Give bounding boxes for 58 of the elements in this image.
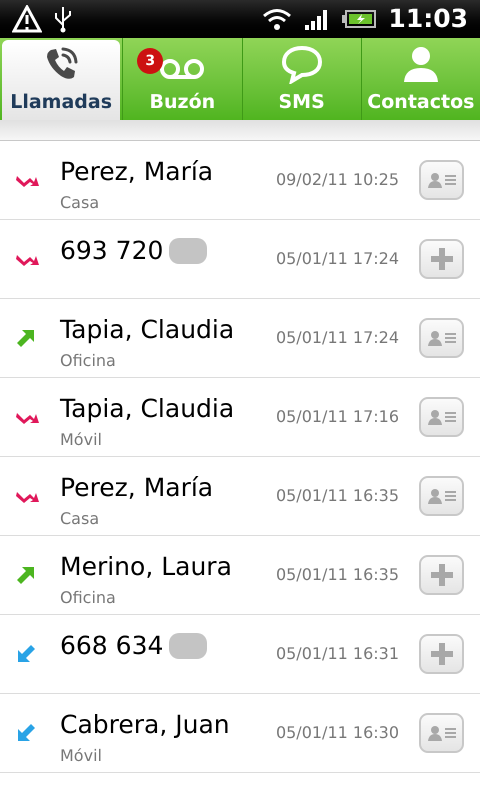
caller-name: Cabrera, Juan [60, 709, 230, 741]
call-log-row[interactable]: Tapia, Claudia Móvil 05/01/11 17:16 [0, 378, 480, 457]
caller-name: Tapia, Claudia [60, 393, 234, 425]
speech-bubble-icon [280, 44, 324, 84]
call-time: 05/01/11 16:35 [276, 485, 399, 507]
tab[interactable]: Llamadas [2, 40, 120, 120]
contact-card-button[interactable] [419, 713, 464, 753]
incoming-call-icon [16, 644, 36, 664]
contact-card-button[interactable] [419, 318, 464, 358]
badge: 3 [137, 48, 164, 74]
call-time: 05/01/11 17:24 [276, 327, 399, 349]
contact-card-icon [428, 409, 456, 425]
contact-card-button[interactable] [419, 476, 464, 516]
usb-icon [54, 5, 72, 33]
plus-icon [430, 248, 452, 270]
contact-card-button[interactable] [419, 160, 464, 200]
caller-name: Perez, María [60, 156, 214, 188]
call-log-row[interactable]: Cabrera, Juan Móvil 05/01/11 16:30 [0, 694, 480, 773]
call-log-row[interactable]: Tapia, Claudia Oficina 05/01/11 17:24 [0, 299, 480, 378]
add-contact-button[interactable] [419, 634, 464, 674]
phone-type-label: Oficina [60, 350, 117, 372]
contact-card-icon [428, 488, 456, 504]
phone-type-label: Móvil [60, 744, 103, 766]
contact-card-button[interactable] [419, 397, 464, 437]
caller-name: Merino, Laura [60, 551, 232, 583]
phone-type-label: Casa [60, 192, 100, 214]
contact-card-icon [428, 172, 456, 188]
call-time: 05/01/11 16:35 [276, 564, 399, 586]
add-contact-button[interactable] [419, 239, 464, 279]
call-time: 05/01/11 16:30 [276, 722, 399, 744]
caller-name: Perez, María [60, 472, 214, 504]
battery-charging-icon [342, 9, 376, 29]
wifi-icon [262, 7, 292, 31]
call-time: 09/02/11 10:25 [276, 169, 399, 191]
outgoing-call-icon [16, 328, 36, 348]
plus-icon [430, 643, 452, 665]
call-log-row[interactable]: Perez, María Casa 09/02/11 10:25 [0, 141, 480, 220]
call-time: 05/01/11 17:16 [276, 406, 399, 428]
caller-name: 668 634 [60, 630, 164, 662]
clock: 11:03 [388, 3, 468, 36]
call-log-row[interactable]: Perez, María Casa 05/01/11 16:35 [0, 457, 480, 536]
caller-name: 693 720 [60, 235, 164, 267]
phone-type-label: Oficina [60, 586, 117, 608]
call-time: 05/01/11 16:31 [276, 643, 399, 665]
call-time: 05/01/11 17:24 [276, 248, 399, 270]
add-contact-button[interactable] [419, 555, 464, 595]
plus-icon [430, 564, 452, 586]
caller-name: Tapia, Claudia [60, 314, 234, 346]
contact-card-icon [428, 725, 456, 741]
call-log-row[interactable]: 693 720 05/01/11 17:24 [0, 220, 480, 299]
phone-type-label: Móvil [60, 428, 103, 450]
warning-icon [12, 5, 42, 33]
call-log-row[interactable]: 668 634 05/01/11 16:31 [0, 615, 480, 694]
contact-card-icon [428, 330, 456, 346]
incoming-call-icon [16, 723, 36, 743]
phone-type-label: Casa [60, 508, 100, 530]
outgoing-call-icon [16, 565, 36, 585]
call-log-row[interactable]: Merino, Laura Oficina 05/01/11 16:35 [0, 536, 480, 615]
